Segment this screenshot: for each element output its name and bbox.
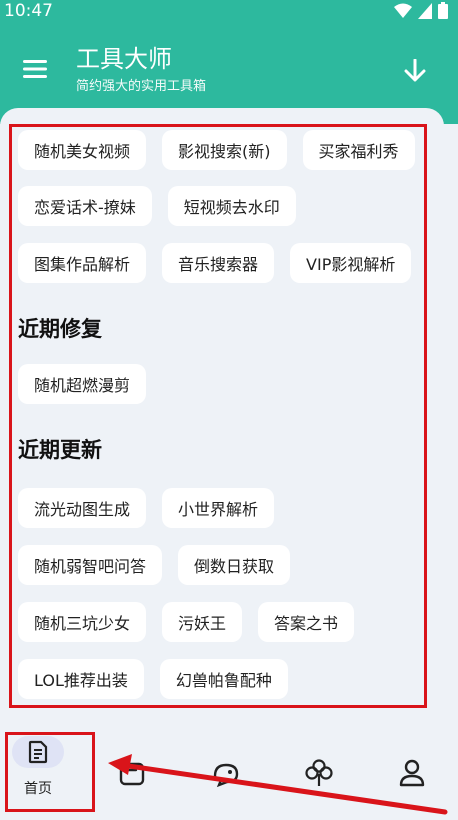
nav-home[interactable]: 首页 [12,736,64,798]
tool-row: 图集作品解析 音乐搜索器 VIP影视解析 [18,243,412,283]
tool-chip[interactable]: 小世界解析 [162,488,275,528]
tool-row: 随机美女视频 影视搜索(新) 买家福利秀 [18,130,415,170]
tool-chip[interactable]: 买家福利秀 [302,130,415,170]
tool-chip[interactable]: 随机超燃漫剪 [18,364,147,404]
tool-chip[interactable]: 倒数日获取 [178,545,291,585]
tool-chip[interactable]: 随机美女视频 [18,130,147,170]
tool-chip[interactable]: 答案之书 [258,602,355,642]
title-block: 工具大师 简约强大的实用工具箱 [76,44,206,96]
tool-row: 恋爱话术-撩妹 短视频去水印 [18,186,296,226]
tool-chip[interactable]: 随机三坑少女 [18,602,147,642]
tool-chip[interactable]: 影视搜索(新) [162,130,287,170]
download-arrow-icon [404,59,426,82]
tool-chip[interactable]: 流光动图生成 [18,488,147,528]
tool-row: 流光动图生成 小世界解析 [18,488,275,528]
nav-discover[interactable] [305,758,333,788]
tool-chip[interactable]: 幻兽帕鲁配种 [159,659,288,699]
section-title-recent-fixes: 近期修复 [18,317,102,341]
tool-chip[interactable]: LOL推荐出装 [18,659,144,699]
package-icon [119,762,145,786]
bottom-nav: 首页 [0,720,458,820]
signal-icon [418,2,432,19]
tool-list-panel: 随机美女视频 影视搜索(新) 买家福利秀 恋爱话术-撩妹 短视频去水印 图集作品… [0,108,444,720]
tool-chip[interactable]: 音乐搜索器 [162,243,275,283]
tool-chip[interactable]: 恋爱话术-撩妹 [18,186,152,226]
home-doc-icon [28,740,48,764]
menu-button[interactable] [18,52,52,86]
status-icons [394,2,448,19]
tool-row: LOL推荐出装 幻兽帕鲁配种 [18,659,288,699]
user-icon [399,759,425,787]
section-title-recent-updates: 近期更新 [18,438,102,462]
status-time: 10:47 [4,1,53,21]
nav-package[interactable] [118,760,146,788]
tool-chip[interactable]: 短视频去水印 [167,186,296,226]
tool-chip[interactable]: VIP影视解析 [290,243,412,283]
nav-home-pill [12,736,64,768]
nav-chat[interactable] [212,760,240,788]
status-bar: 10:47 [0,0,458,22]
tool-row: 随机三坑少女 污妖王 答案之书 [18,602,355,642]
hamburger-menu-icon [23,60,47,78]
tool-row: 随机超燃漫剪 [18,364,147,404]
battery-icon [438,2,448,19]
download-button[interactable] [398,54,432,88]
nav-home-label: 首页 [24,781,52,797]
tool-chip[interactable]: 随机弱智吧问答 [18,545,163,585]
tool-row: 随机弱智吧问答 倒数日获取 [18,545,291,585]
chat-face-icon [213,763,239,788]
tool-chip[interactable]: 污妖王 [162,602,243,642]
app-subtitle: 简约强大的实用工具箱 [76,79,207,94]
nav-profile[interactable] [398,758,426,788]
wifi-icon [394,3,412,18]
tool-chip[interactable]: 图集作品解析 [18,243,147,283]
app-title: 工具大师 [76,45,172,73]
clover-icon [305,759,333,786]
app-header: 10:47 工具大师 简约强大的实用工具箱 [0,0,458,124]
